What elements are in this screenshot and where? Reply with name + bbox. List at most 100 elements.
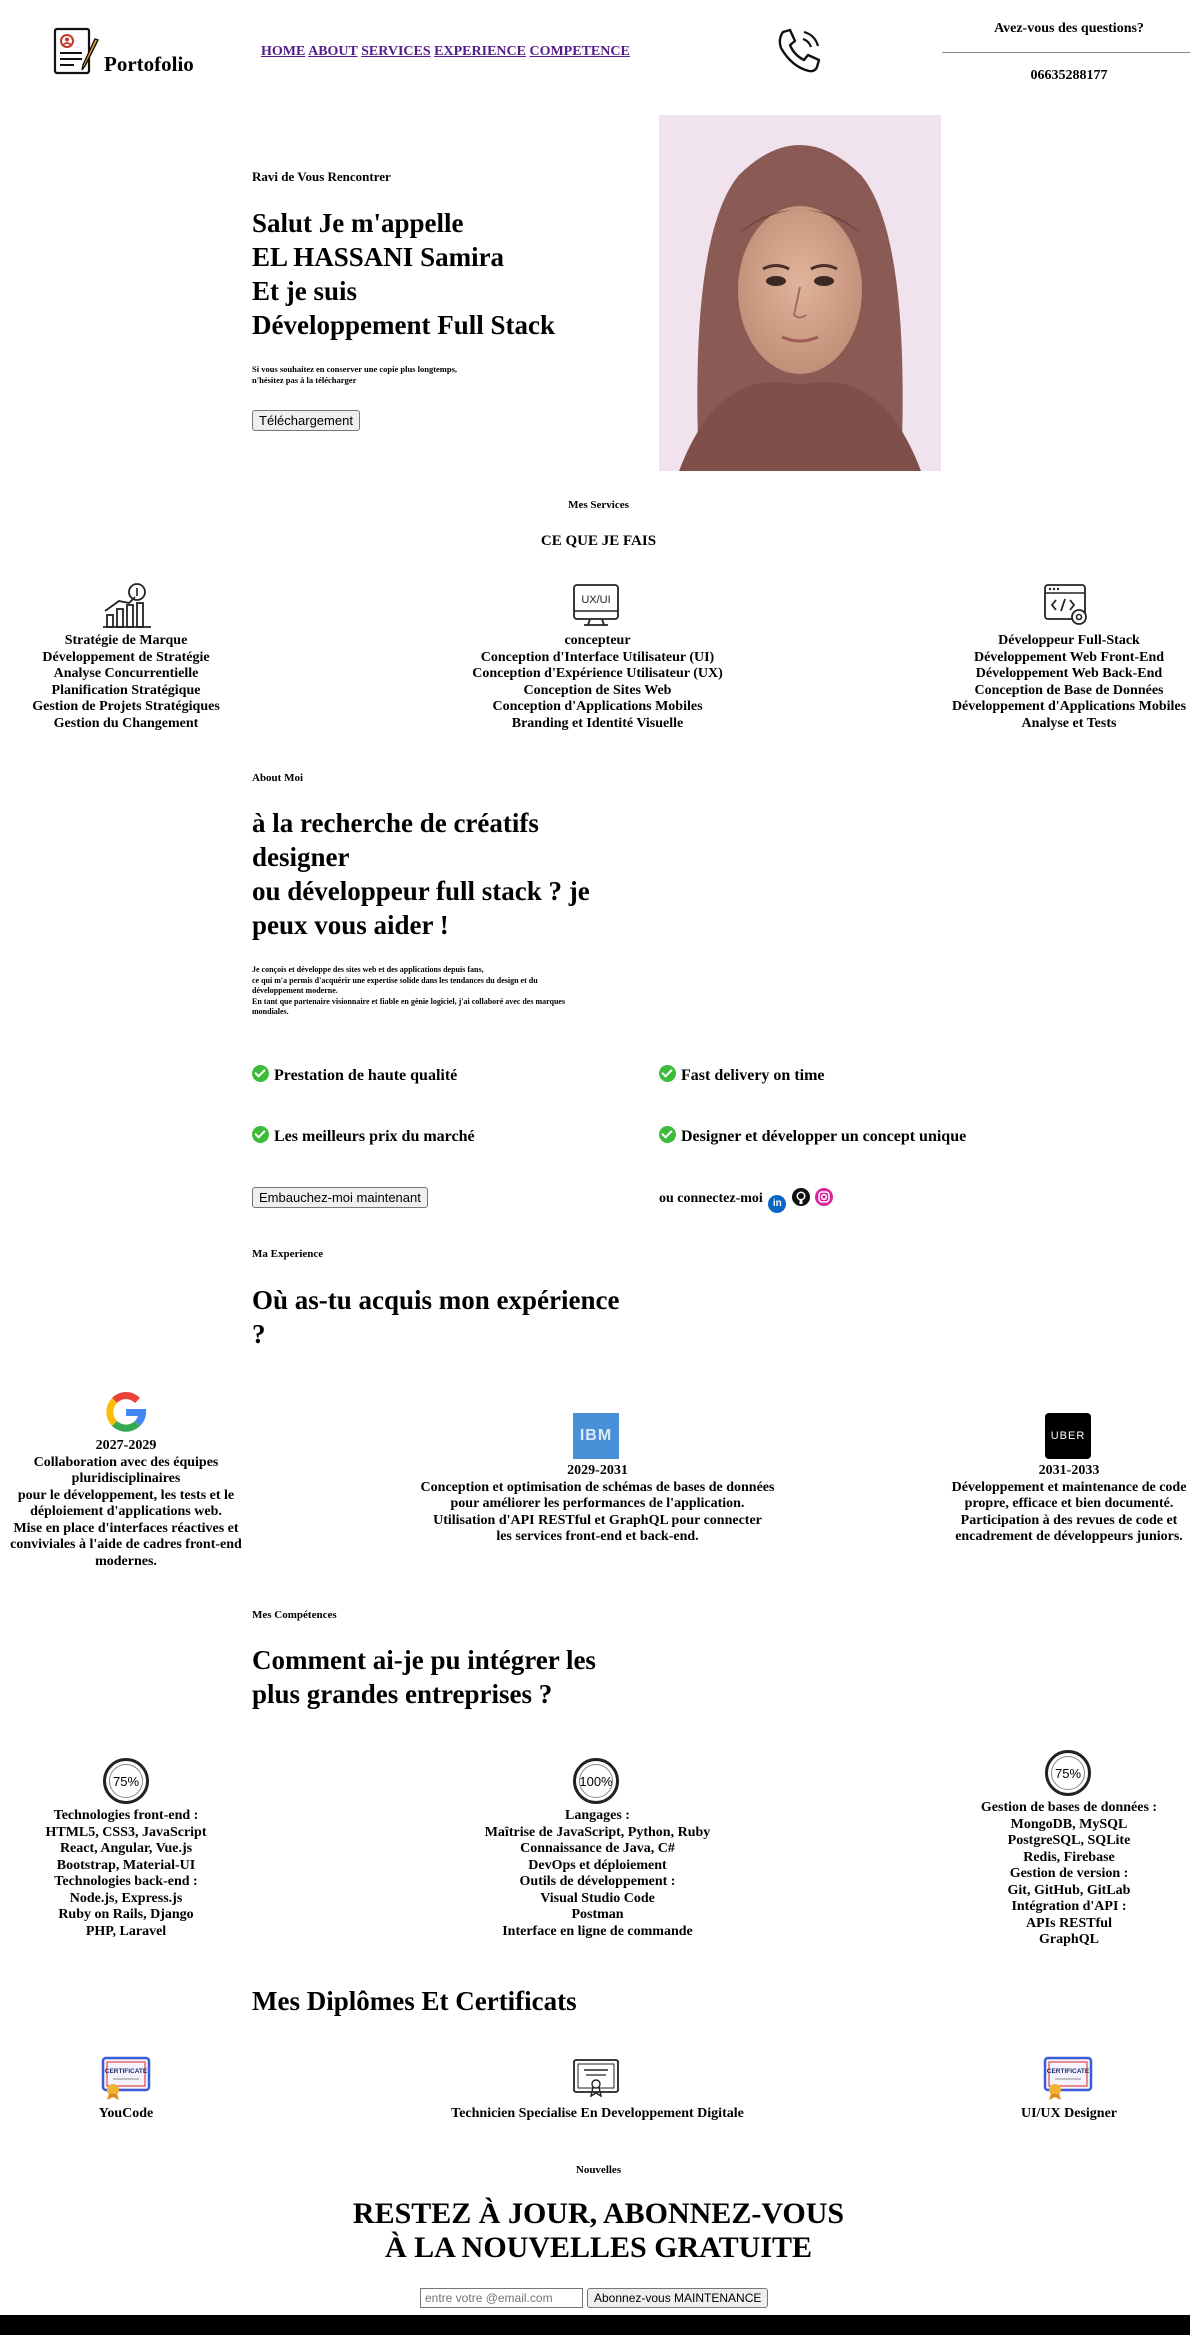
skill-progress-ring: 100%: [573, 1758, 619, 1804]
about-kicker: About Moi: [252, 772, 304, 784]
resume-icon: [53, 27, 99, 75]
phone-number: 06635288177: [1030, 68, 1108, 83]
news-title: RESTEZ À JOUR, ABONNEZ-VOUS À LA NOUVELL…: [0, 2197, 1190, 2265]
hero-title-line: Développement Full Stack: [252, 310, 555, 340]
phone-icon[interactable]: [774, 26, 824, 76]
service-item: concepteur: [564, 633, 631, 648]
service-item: Analyse et Tests: [1021, 715, 1117, 731]
skills-kicker: Mes Compétences: [252, 1609, 337, 1621]
experience-years: 2029-2031: [567, 1463, 628, 1478]
news-title-line: RESTEZ À JOUR, ABONNEZ-VOUS: [352, 2197, 845, 2230]
experience-line: Développement et maintenance de code: [951, 1479, 1187, 1495]
service-item: Gestion du Changement: [53, 715, 199, 731]
skill-line: Ruby on Rails, Django: [58, 1907, 194, 1922]
skills-title-line: plus grandes entreprises ?: [252, 1679, 553, 1709]
nav-home[interactable]: HOME: [261, 44, 305, 59]
experience-line: Utilisation d'API RESTful et GraphQL pou…: [433, 1512, 762, 1528]
diploma-icon: [572, 2058, 620, 2098]
nav-services[interactable]: SERVICES: [361, 44, 431, 59]
service-item: Développement Web Front-End: [973, 649, 1165, 665]
about-title-line: à la recherche de créatifs: [252, 808, 539, 838]
skill-line: Bootstrap, Material-UI: [56, 1857, 196, 1873]
hire-button[interactable]: Embauchez-moi maintenant: [252, 1187, 428, 1208]
check-icon: [659, 1065, 676, 1082]
instagram-icon[interactable]: [815, 1188, 834, 1206]
service-item: Conception de Base de Données: [974, 682, 1164, 698]
about-text-line: En tant que partenaire visionnaire et fi…: [252, 996, 566, 1006]
about-text-line: Je conçois et développe des sites web et…: [252, 965, 484, 974]
experience-line: modernes.: [95, 1553, 157, 1569]
skill-line: Outils de développement :: [519, 1874, 676, 1889]
service-item: Gestion de Projets Stratégiques: [32, 699, 220, 714]
about-title-line: ou développeur full stack ? je: [252, 876, 590, 906]
skill-column-databases: Gestion de bases de données : MongoDB, M…: [938, 1800, 1190, 1949]
github-icon[interactable]: [791, 1188, 810, 1206]
nav-about[interactable]: ABOUT: [308, 44, 358, 59]
cert-label: Technicien Specialise En Developpement D…: [451, 2106, 744, 2121]
subscribe-button[interactable]: Abonnez-vous MAINTENANCE: [587, 2288, 769, 2308]
download-button[interactable]: Téléchargement: [252, 410, 360, 431]
skill-line: Redis, Firebase: [1023, 1849, 1115, 1865]
check-icon: [252, 1065, 269, 1082]
main-nav: HOME ABOUT SERVICES EXPERIENCE COMPETENC…: [261, 44, 630, 60]
hero-kicker: Ravi de Vous Rencontrer: [252, 169, 391, 184]
logo-text: Portofolio: [104, 52, 194, 76]
code-settings-icon: [1043, 583, 1091, 629]
skill-line: PHP, Laravel: [85, 1923, 167, 1939]
certificate-badge-text: CERTIFICATE: [1047, 2068, 1090, 2075]
contact-divider: [942, 52, 1190, 53]
ux-ui-icon: UX/UI: [572, 583, 620, 627]
skill-line: Intégration d'API :: [1011, 1899, 1127, 1914]
experience-line: encadrement de développeurs juniors.: [955, 1529, 1183, 1544]
feature-label: Fast delivery on time: [681, 1067, 825, 1084]
connect-text: ou connectez-moi: [659, 1191, 763, 1206]
service-item: Branding et Identité Visuelle: [511, 715, 684, 731]
hero-title: Salut Je m'appelle EL HASSANI Samira Et …: [252, 206, 555, 342]
hero-note-line: n'hésitez pas à la télécharger: [252, 375, 357, 385]
feature-item: Fast delivery on time: [659, 1065, 825, 1085]
ux-ui-icon-text: UX/UI: [581, 594, 610, 606]
skill-progress-ring: 75%: [1045, 1750, 1091, 1796]
linkedin-icon[interactable]: in: [768, 1195, 787, 1213]
google-logo: [102, 1388, 150, 1436]
skills-title: Comment ai-je pu intégrer les plus grand…: [252, 1643, 596, 1711]
skill-line: Gestion de version :: [1009, 1866, 1129, 1881]
skill-column-languages: Langages : Maîtrise de JavaScript, Pytho…: [405, 1808, 790, 1940]
skill-line: DevOps et déploiement: [528, 1857, 667, 1873]
service-column-strategy: Stratégie de Marque Développement de Str…: [0, 633, 252, 732]
ibm-logo: IBM: [573, 1413, 619, 1459]
profile-photo: [659, 115, 941, 471]
service-item: Développement Web Back-End: [975, 666, 1163, 681]
about-text-line: mondiales.: [252, 1007, 289, 1016]
check-icon: [252, 1126, 269, 1143]
hero-note: Si vous souhaitez en conserver une copie…: [252, 364, 457, 386]
service-item: Conception de Sites Web: [523, 682, 672, 698]
service-item: Développeur Full-Stack: [998, 633, 1140, 648]
experience-title-line: ?: [252, 1319, 266, 1349]
feature-item: Les meilleurs prix du marché: [252, 1126, 475, 1146]
nav-competence[interactable]: COMPETENCE: [529, 44, 629, 59]
service-item: Conception d'Expérience Utilisateur (UX): [472, 666, 723, 681]
nav-experience[interactable]: EXPERIENCE: [434, 44, 526, 59]
experience-kicker: Ma Experience: [252, 1248, 324, 1260]
uber-logo: UBER: [1045, 1413, 1091, 1459]
experience-line: pluridisciplinaires: [71, 1471, 181, 1486]
cert-label: UI/UX Designer: [1020, 2106, 1118, 2121]
email-field[interactable]: [420, 2288, 583, 2308]
about-text-line: développement moderne.: [252, 986, 338, 995]
skill-line: React, Angular, Vue.js: [59, 1841, 193, 1856]
experience-line: Conception et optimisation de schémas de…: [420, 1479, 775, 1495]
skills-title-line: Comment ai-je pu intégrer les: [252, 1645, 596, 1675]
service-item: Conception d'Interface Utilisateur (UI): [480, 649, 715, 665]
experience-item-google: 2027-2029 Collaboration avec des équipes…: [0, 1438, 252, 1570]
skill-line: PostgreSQL, SQLite: [1007, 1833, 1131, 1848]
service-column-design: concepteur Conception d'Interface Utilis…: [405, 633, 790, 732]
skill-line: Interface en ligne de commande: [502, 1923, 693, 1939]
growth-chart-icon: [101, 583, 153, 629]
certificate-badge-text: CERTIFICATE: [105, 2068, 148, 2075]
skill-line: GraphQL: [1039, 1932, 1099, 1947]
experience-title: Où as-tu acquis mon expérience ?: [252, 1283, 620, 1351]
skill-progress-ring: 75%: [103, 1758, 149, 1804]
news-kicker: Nouvelles: [575, 2164, 622, 2176]
skill-line: Git, GitHub, GitLab: [1007, 1882, 1131, 1898]
